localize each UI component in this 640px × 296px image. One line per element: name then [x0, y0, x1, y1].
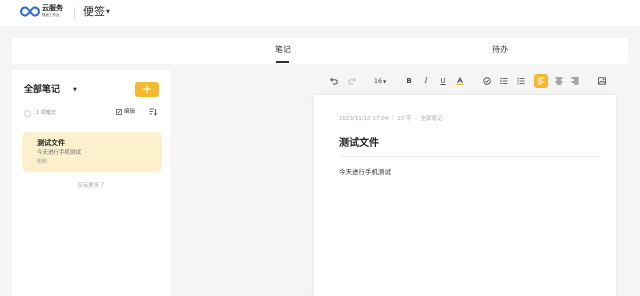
- note-item-snippet: 今天进行手机测试: [37, 150, 82, 156]
- add-note-button[interactable]: +: [135, 82, 159, 97]
- no-more-text: 没有更多了: [77, 183, 105, 189]
- image-icon[interactable]: [597, 74, 607, 88]
- checklist-icon[interactable]: [482, 74, 492, 88]
- align-left-icon[interactable]: [534, 74, 548, 88]
- underline-icon[interactable]: U: [438, 74, 448, 88]
- caret-down-icon[interactable]: ▼: [106, 10, 110, 15]
- tab-bar: 笔记 待办: [12, 38, 628, 64]
- select-all-checkbox[interactable]: [24, 110, 31, 117]
- numbered-list-icon[interactable]: [516, 74, 526, 88]
- bullet-list-icon[interactable]: [499, 74, 509, 88]
- app-title[interactable]: 便签: [83, 5, 105, 19]
- caret-down-icon: ▼: [383, 79, 387, 84]
- header-divider: [74, 7, 75, 19]
- notes-sidebar: 全部笔记 ▼ + 1 项笔记 编辑 测试文件 今天进行手机测试 刚刚 没有更多了: [12, 70, 170, 296]
- align-right-icon[interactable]: [570, 74, 580, 88]
- edit-label: 编辑: [124, 109, 136, 115]
- note-item-title: 测试文件: [37, 139, 65, 147]
- notes-folder-title[interactable]: 全部笔记: [24, 85, 60, 96]
- note-editor[interactable]: 2023/11/10 17:04 ｜ 12 字 ｜ 全部笔记 测试文件 今天进行…: [314, 95, 616, 296]
- highlight-icon[interactable]: [455, 74, 465, 88]
- title-divider: [339, 156, 599, 157]
- italic-icon[interactable]: I: [421, 74, 431, 88]
- logo[interactable]: 云服务 随身工作台: [20, 4, 70, 20]
- logo-subtitle: 随身工作台: [42, 13, 60, 17]
- bold-icon[interactable]: B: [404, 74, 414, 88]
- sort-icon[interactable]: [149, 108, 157, 116]
- note-list-item[interactable]: 测试文件 今天进行手机测试 刚刚: [22, 132, 162, 172]
- font-size-select[interactable]: 16▼: [370, 74, 390, 88]
- note-item-time: 刚刚: [37, 159, 48, 165]
- note-body[interactable]: 今天进行手机测试: [339, 168, 391, 177]
- tab-todo[interactable]: 待办: [492, 45, 508, 55]
- active-tab-indicator: [276, 61, 289, 63]
- undo-icon[interactable]: [328, 74, 340, 88]
- edit-icon: [116, 109, 122, 115]
- logo-icon: [20, 6, 40, 17]
- note-meta: 2023/11/10 17:04 ｜ 12 字 ｜ 全部笔记: [339, 116, 443, 122]
- caret-down-icon[interactable]: ▼: [73, 88, 77, 93]
- align-center-icon[interactable]: [554, 74, 564, 88]
- top-header: 云服务 随身工作台 便签 ▼: [0, 0, 640, 26]
- logo-title: 云服务: [42, 4, 63, 12]
- note-title[interactable]: 测试文件: [339, 137, 379, 150]
- redo-icon[interactable]: [346, 74, 358, 88]
- note-count: 1 项笔记: [36, 110, 56, 116]
- tab-notes[interactable]: 笔记: [275, 45, 291, 55]
- font-size-value: 16: [373, 77, 383, 85]
- editor-toolbar: 16▼ B I U: [324, 74, 616, 88]
